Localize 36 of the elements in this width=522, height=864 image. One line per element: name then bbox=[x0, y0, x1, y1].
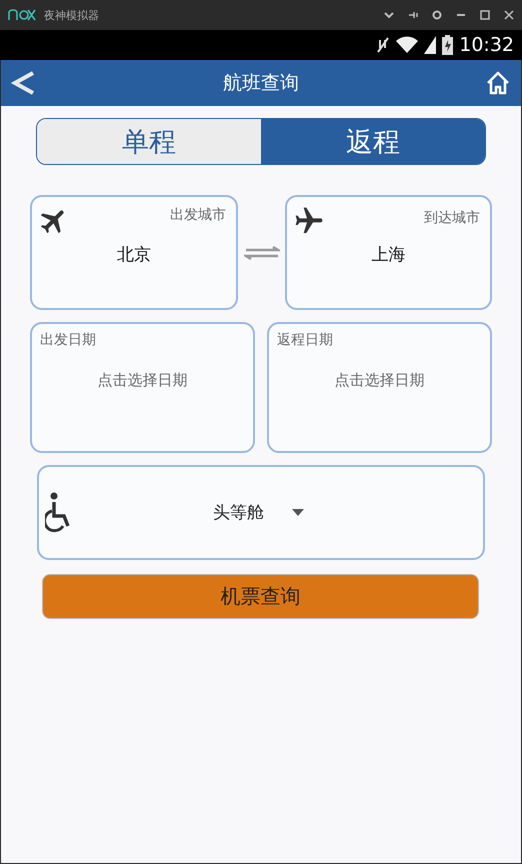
cabin-value: 头等舱 bbox=[213, 502, 264, 524]
mute-icon bbox=[376, 36, 390, 54]
date-card[interactable]: 出发日期 点击选择日期 bbox=[30, 322, 255, 453]
date-placeholder: 点击选择日期 bbox=[334, 371, 426, 390]
settings-icon[interactable] bbox=[432, 10, 442, 20]
cabin-select[interactable]: 头等舱 bbox=[37, 465, 485, 560]
clock-time: 10:32 bbox=[459, 34, 514, 56]
trip-tab[interactable]: 单程 bbox=[37, 119, 261, 164]
search-flights-button[interactable]: 机票查询 bbox=[42, 574, 479, 619]
city-label: 出发城市 bbox=[170, 206, 226, 224]
home-icon[interactable] bbox=[485, 70, 511, 96]
emulator-title: 夜神模拟器 bbox=[44, 8, 99, 22]
wifi-icon bbox=[396, 36, 418, 54]
date-card[interactable]: 返程日期 点击选择日期 bbox=[267, 322, 492, 453]
swap-icon[interactable] bbox=[244, 246, 280, 260]
city-name: 上海 bbox=[370, 244, 406, 266]
chevron-down-icon[interactable] bbox=[384, 11, 394, 19]
close-icon[interactable] bbox=[504, 10, 514, 20]
battery-icon bbox=[442, 35, 454, 55]
back-icon[interactable] bbox=[11, 70, 37, 96]
maximize-icon[interactable] bbox=[480, 10, 490, 20]
city-name: 北京 bbox=[116, 244, 152, 266]
wheelchair-icon bbox=[45, 492, 71, 534]
pin-icon[interactable] bbox=[408, 10, 418, 20]
minimize-icon[interactable] bbox=[456, 13, 466, 17]
signal-icon bbox=[424, 36, 436, 54]
date-placeholder: 点击选择日期 bbox=[96, 371, 188, 390]
app-title: 航班查询 bbox=[223, 71, 299, 96]
dropdown-caret-icon bbox=[292, 509, 304, 516]
city-card[interactable]: 出发城市 北京 bbox=[30, 195, 238, 310]
trip-tab[interactable]: 返程 bbox=[261, 119, 485, 164]
emulator-logo-icon bbox=[8, 9, 36, 21]
date-label: 出发日期 bbox=[40, 331, 96, 349]
city-card[interactable]: 到达城市 上海 bbox=[285, 195, 492, 310]
date-label: 返程日期 bbox=[277, 331, 333, 349]
city-label: 到达城市 bbox=[424, 209, 480, 227]
